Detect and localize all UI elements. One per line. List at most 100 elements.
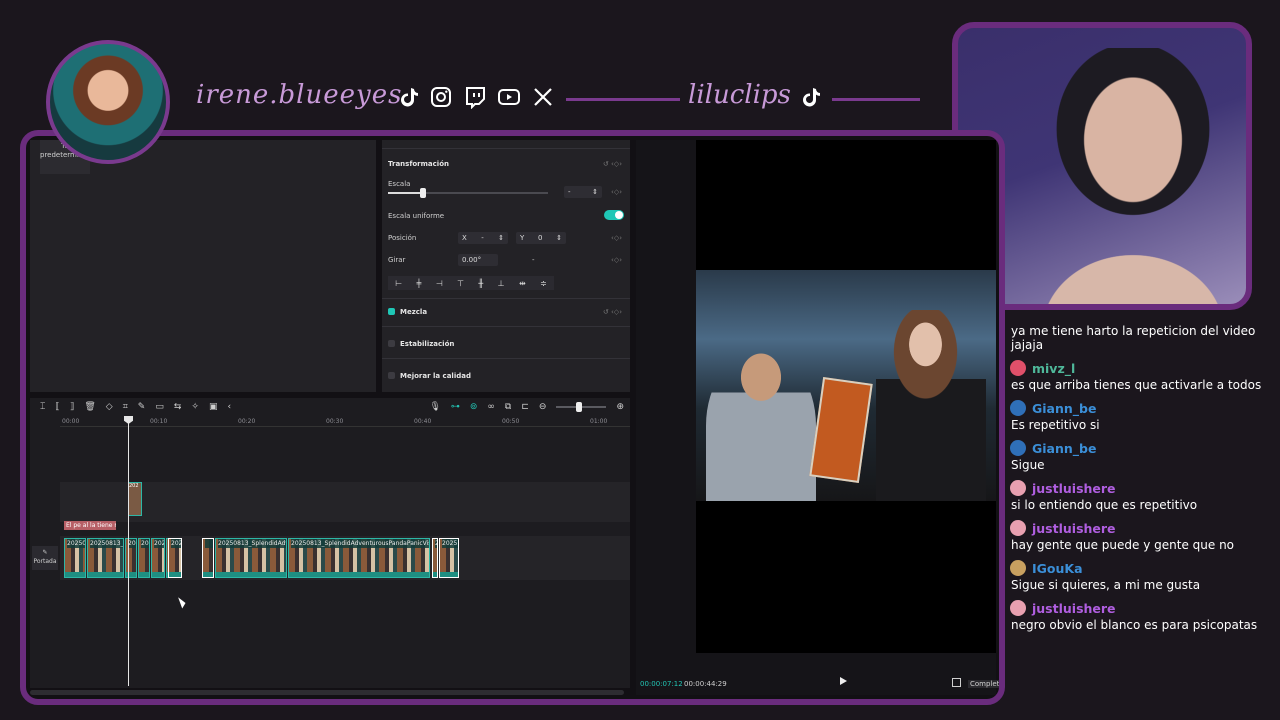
- ruler-tick-label: 00:10: [150, 418, 168, 425]
- clip-label: 20250813_SplendidAdventurousPandaPanicVi…: [291, 539, 429, 548]
- position-x-label: X: [462, 234, 467, 242]
- video-clip[interactable]: 2025: [439, 538, 459, 578]
- clip-label: 2: [435, 539, 437, 548]
- video-clip[interactable]: [202, 538, 214, 578]
- play-icon[interactable]: [840, 677, 847, 685]
- cover-button[interactable]: ✎ Portada: [32, 546, 58, 570]
- enhance-label[interactable]: Mejorar la calidad: [400, 372, 471, 380]
- mic-icon[interactable]: 🎙: [429, 402, 440, 412]
- position-y-input[interactable]: Y 0 ⇕: [516, 232, 566, 244]
- align-top-icon[interactable]: ⊤: [457, 279, 464, 288]
- align-bottom-icon[interactable]: ⊥: [498, 279, 505, 288]
- reverse-icon[interactable]: ⇆: [174, 402, 182, 412]
- transform-title[interactable]: Transformación: [388, 160, 449, 168]
- enhance-checkbox[interactable]: [388, 372, 395, 379]
- mask-icon[interactable]: ◇: [106, 402, 113, 412]
- magnet-icon[interactable]: ⊚: [470, 402, 478, 412]
- chat-username-row[interactable]: justluishere: [1010, 478, 1280, 498]
- fullscreen-button[interactable]: Completa: [968, 680, 999, 688]
- freeze-icon[interactable]: ▭: [155, 402, 164, 412]
- fit-icon[interactable]: ⊏: [521, 402, 529, 412]
- crop-icon[interactable]: ⌗: [123, 402, 128, 412]
- reset-keyframe-icon[interactable]: ↺ ‹◇›: [603, 308, 622, 316]
- video-clip[interactable]: 20250: [64, 538, 86, 578]
- clip-audio-strip: [289, 572, 429, 577]
- overlay-clip[interactable]: 202: [128, 482, 142, 516]
- overlay-track[interactable]: [60, 482, 630, 522]
- align-toolbar: ⊢ ╪ ⊣ ⊤ ╫ ⊥ ⇹ ≑: [388, 276, 554, 290]
- user-badge-icon: [1010, 520, 1026, 536]
- delete-icon[interactable]: 🗑: [84, 402, 95, 412]
- zoom-slider[interactable]: [556, 402, 607, 412]
- header-divider-left: [566, 98, 680, 101]
- zoom-out-icon[interactable]: ⊖: [539, 402, 547, 412]
- video-clip[interactable]: 20250813_SplendidAdventurousPandaPanicVi…: [288, 538, 430, 578]
- blend-label[interactable]: Mezcla: [400, 308, 427, 316]
- user-badge-icon: [1010, 560, 1026, 576]
- keyframe-icon[interactable]: ‹◇›: [611, 256, 622, 264]
- keyframe-icon[interactable]: ‹◇›: [611, 234, 622, 242]
- distribute-h-icon[interactable]: ⇹: [519, 279, 526, 288]
- link-icon[interactable]: ⊶: [451, 402, 460, 412]
- time-ruler[interactable]: [60, 426, 630, 427]
- chat-username[interactable]: Giann_be: [1032, 401, 1096, 416]
- align-right-icon[interactable]: ⊣: [436, 279, 443, 288]
- chat-username-row[interactable]: IGouKa: [1010, 558, 1280, 578]
- magic-icon[interactable]: ✧: [191, 402, 199, 412]
- align-left-icon[interactable]: ⊢: [395, 279, 402, 288]
- scale-input[interactable]: - ⇕: [564, 186, 602, 198]
- chat-username-row[interactable]: justluishere: [1010, 598, 1280, 618]
- chat-username[interactable]: IGouKa: [1032, 561, 1083, 576]
- distribute-v-icon[interactable]: ≑: [540, 279, 547, 288]
- stabilize-checkbox[interactable]: [388, 340, 395, 347]
- position-x-input[interactable]: X - ⇕: [458, 232, 508, 244]
- split-left-icon[interactable]: ⟦: [55, 402, 59, 412]
- chat-username-row[interactable]: Giann_be: [1010, 398, 1280, 418]
- zoom-in-icon[interactable]: ⊕: [616, 402, 624, 412]
- clip-label: 2025: [171, 539, 181, 548]
- divider: [382, 148, 630, 149]
- select-tool-icon[interactable]: ⌶: [40, 402, 45, 412]
- rotate-input[interactable]: 0.00°: [458, 254, 498, 266]
- chat-username-row[interactable]: justluishere: [1010, 518, 1280, 538]
- draw-icon[interactable]: ✎: [138, 402, 146, 412]
- align-middle-icon[interactable]: ╫: [478, 279, 483, 288]
- split-right-icon[interactable]: ⟧: [70, 402, 74, 412]
- divider: [382, 358, 630, 359]
- clip-label: 20250: [67, 539, 85, 548]
- chat-username-row[interactable]: Giann_be: [1010, 438, 1280, 458]
- video-clip[interactable]: 20: [138, 538, 150, 578]
- video-clip[interactable]: 2025: [168, 538, 182, 578]
- user-badge-icon: [1010, 480, 1026, 496]
- video-clip[interactable]: 2: [432, 538, 438, 578]
- timeline-scrollbar[interactable]: [30, 690, 624, 695]
- video-clip[interactable]: 20250813_SplendidAdven: [215, 538, 287, 578]
- preview-axis-icon[interactable]: ⧉: [505, 402, 511, 412]
- video-clip[interactable]: 202: [151, 538, 165, 578]
- chat-message-text: negro obvio el blanco es para psicopatas: [1011, 618, 1258, 632]
- chat-username[interactable]: justluishere: [1032, 601, 1116, 616]
- playhead[interactable]: [128, 418, 129, 686]
- chat-username[interactable]: justluishere: [1032, 521, 1116, 536]
- video-clip[interactable]: 20250813_S: [87, 538, 124, 578]
- rotate-extra[interactable]: -: [532, 256, 535, 264]
- blend-checkbox[interactable]: [388, 308, 395, 315]
- text-clip[interactable]: El pe al la tiene r: [64, 521, 116, 530]
- chat-username[interactable]: mivz_l: [1032, 361, 1075, 376]
- scale-slider-knob[interactable]: [420, 188, 426, 198]
- collapse-icon[interactable]: ‹: [227, 402, 231, 412]
- chat-username[interactable]: Giann_be: [1032, 441, 1096, 456]
- reset-keyframe-icon[interactable]: ↺ ‹◇›: [603, 160, 622, 168]
- uniform-scale-toggle[interactable]: [604, 210, 624, 220]
- ratio-icon[interactable]: [952, 678, 961, 687]
- video-preview[interactable]: [696, 140, 996, 653]
- caption-icon[interactable]: ▣: [209, 402, 218, 412]
- video-clip[interactable]: 202: [125, 538, 137, 578]
- chat-message-text: Es repetitivo si: [1011, 418, 1100, 432]
- chat-username-row[interactable]: mivz_l: [1010, 358, 1280, 378]
- align-center-icon[interactable]: ╪: [417, 279, 422, 288]
- chain-icon[interactable]: ∞: [487, 402, 495, 412]
- chat-username[interactable]: justluishere: [1032, 481, 1116, 496]
- stabilize-label[interactable]: Estabilización: [400, 340, 454, 348]
- keyframe-icon[interactable]: ‹◇›: [611, 188, 622, 196]
